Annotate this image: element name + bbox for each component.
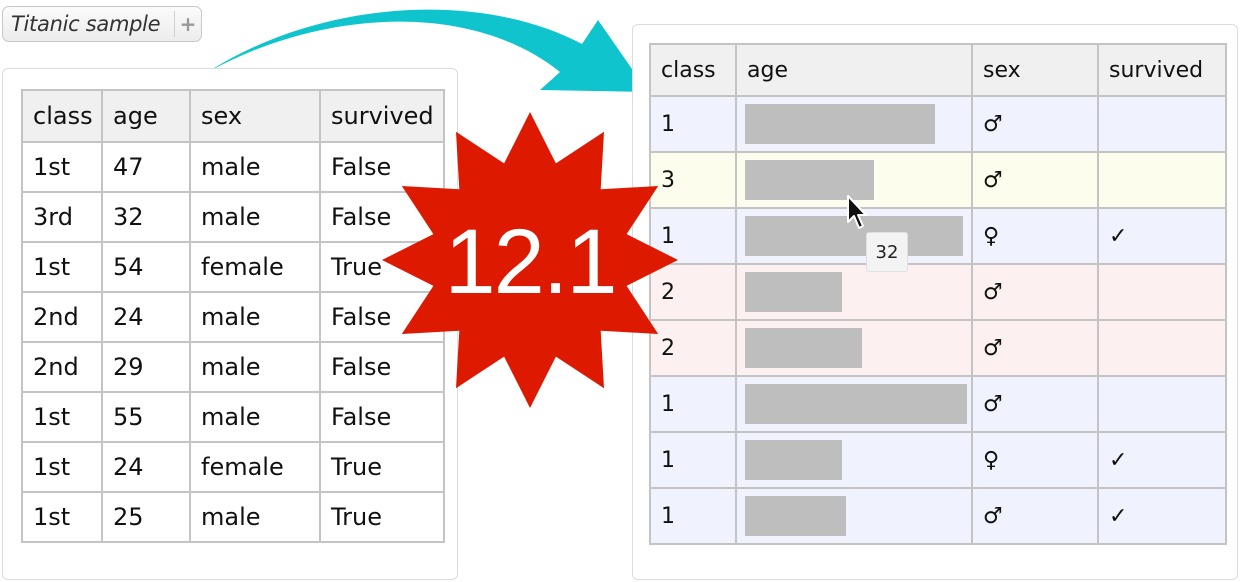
table-cell: 1st	[21, 491, 103, 543]
survived-check-icon	[1097, 375, 1227, 433]
survived-check-icon: ✓	[1097, 431, 1227, 489]
table-cell: 29	[101, 341, 191, 393]
table-cell: male	[189, 491, 321, 543]
formatted-data-table: class age sex survived 1 ♂ 3 ♂ 1 ♀ ✓ 2 ♂ 2 ♂ 1 ♂ 1 ♀ ✓ 1…	[649, 43, 1227, 545]
age-bar[interactable]	[745, 272, 842, 312]
table-cell: 47	[101, 141, 191, 193]
table-cell: 1st	[21, 391, 103, 443]
table-cell: male	[189, 391, 321, 443]
age-cell	[735, 319, 973, 377]
table-cell: 24	[101, 441, 191, 493]
table-cell: male	[189, 191, 321, 243]
column-header: sex	[971, 43, 1099, 97]
table-cell: 1st	[21, 141, 103, 193]
column-header: class	[649, 43, 737, 97]
table-cell: 55	[101, 391, 191, 443]
table-cell: 1st	[21, 241, 103, 293]
table-cell: male	[189, 291, 321, 343]
tag-label: Titanic sample	[11, 12, 161, 36]
age-tooltip: 32	[866, 232, 908, 272]
version-badge-text: 12.1	[444, 210, 617, 313]
table-cell: male	[189, 341, 321, 393]
age-bar[interactable]	[745, 328, 862, 368]
plus-icon[interactable]: +	[174, 11, 201, 37]
age-cell	[735, 375, 973, 433]
table-cell: True	[319, 491, 445, 543]
male-icon: ♂	[971, 95, 1099, 153]
column-header: survived	[1097, 43, 1227, 97]
table-row: 2 ♂	[649, 319, 1227, 377]
table-cell: female	[189, 441, 321, 493]
table-row: 2 ♂	[649, 263, 1227, 321]
table-row: 3 ♂	[649, 151, 1227, 209]
column-header: class	[21, 89, 103, 143]
survived-check-icon: ✓	[1097, 487, 1227, 545]
table-row: 1 ♂	[649, 375, 1227, 433]
table-cell: 2nd	[21, 341, 103, 393]
header-row: class age sex survived	[649, 43, 1227, 97]
table-cell: 1st	[21, 441, 103, 493]
table-cell: True	[319, 441, 445, 493]
male-icon: ♂	[971, 263, 1099, 321]
age-cell	[735, 95, 973, 153]
table-row: 1st 25 male True	[21, 491, 445, 543]
male-icon: ♂	[971, 487, 1099, 545]
table-cell: female	[189, 241, 321, 293]
table-cell: 3rd	[21, 191, 103, 243]
male-icon: ♂	[971, 151, 1099, 209]
survived-check-icon	[1097, 151, 1227, 209]
survived-check-icon	[1097, 263, 1227, 321]
female-icon: ♀	[971, 431, 1099, 489]
age-cell	[735, 431, 973, 489]
age-bar[interactable]	[745, 384, 967, 424]
column-header: age	[735, 43, 973, 97]
table-cell: 32	[101, 191, 191, 243]
table-cell: 25	[101, 491, 191, 543]
male-icon: ♂	[971, 375, 1099, 433]
table-cell: 24	[101, 291, 191, 343]
survived-check-icon	[1097, 319, 1227, 377]
age-bar[interactable]	[745, 496, 846, 536]
age-cell	[735, 487, 973, 545]
table-cell: male	[189, 141, 321, 193]
class-cell: 1	[649, 431, 737, 489]
column-header: sex	[189, 89, 321, 143]
survived-check-icon	[1097, 95, 1227, 153]
female-icon: ♀	[971, 207, 1099, 265]
table-row: 1 ♀ ✓	[649, 431, 1227, 489]
age-cell	[735, 263, 973, 321]
class-cell: 1	[649, 487, 737, 545]
table-cell: 2nd	[21, 291, 103, 343]
table-row: 1 ♀ ✓	[649, 207, 1227, 265]
titanic-sample-tag[interactable]: Titanic sample +	[2, 6, 202, 42]
column-header: age	[101, 89, 191, 143]
table-cell: 54	[101, 241, 191, 293]
mouse-pointer-icon	[847, 195, 867, 229]
table-row: 1 ♂ ✓	[649, 487, 1227, 545]
survived-check-icon: ✓	[1097, 207, 1227, 265]
age-bar[interactable]	[745, 440, 842, 480]
formatted-data-panel: class age sex survived 1 ♂ 3 ♂ 1 ♀ ✓ 2 ♂ 2 ♂ 1 ♂ 1 ♀ ✓ 1…	[632, 24, 1238, 580]
table-row: 1 ♂	[649, 95, 1227, 153]
male-icon: ♂	[971, 319, 1099, 377]
table-row: 1st 24 female True	[21, 441, 445, 493]
age-bar[interactable]	[745, 104, 935, 144]
